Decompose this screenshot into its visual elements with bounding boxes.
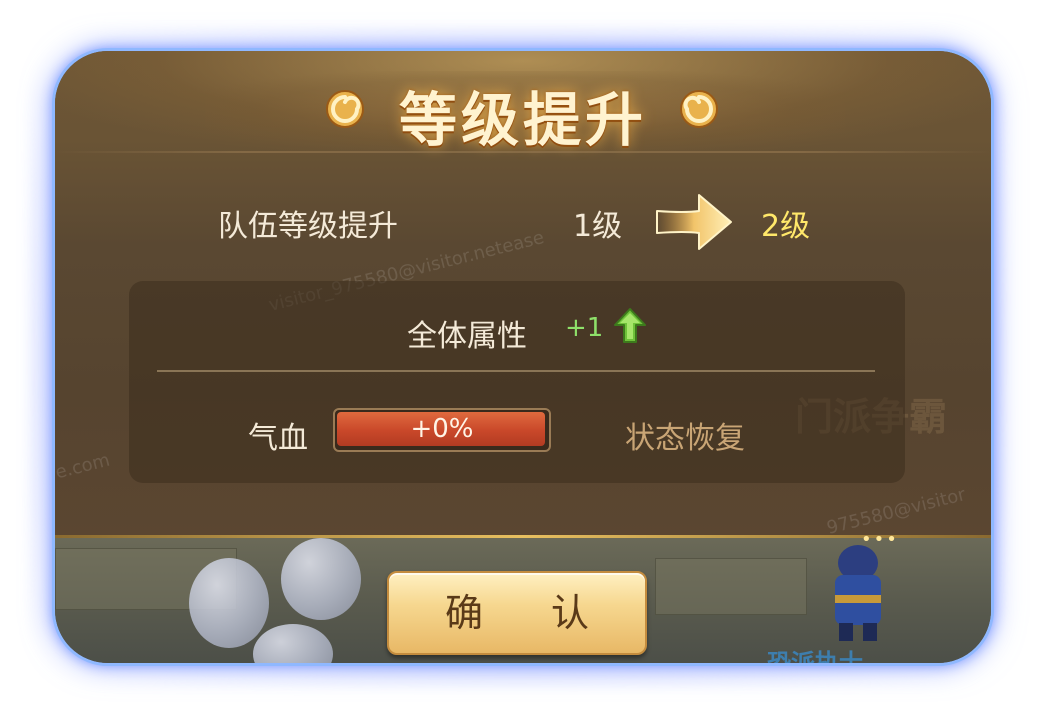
all-attributes-label: 全体属性: [407, 319, 527, 354]
dialog-panel: visitor_975580@visitor.netease e.com 门派争…: [55, 51, 991, 537]
dialog-title: 等级提升: [398, 86, 647, 154]
attribute-divider: [157, 370, 875, 372]
floor-tile: [655, 558, 807, 615]
level-to: 2级: [761, 209, 811, 244]
scene-label: 恐派执士: [767, 649, 863, 666]
hp-label: 气血: [248, 421, 308, 456]
confirm-button-label: 确 认: [444, 591, 618, 635]
level-up-dialog: visitor_975580@visitor.netease e.com 门派争…: [52, 48, 994, 666]
title-divider: [55, 151, 991, 153]
status-recover-label: 状态恢复: [625, 421, 745, 456]
confirm-button[interactable]: 确 认: [387, 571, 647, 655]
balloon: [189, 558, 269, 648]
balloon: [281, 538, 361, 620]
cloud-swirl-right-icon: [680, 90, 718, 128]
level-from: 1级: [573, 209, 623, 244]
balloon: [253, 624, 333, 663]
watermark: e.com: [53, 449, 112, 484]
game-character: [835, 545, 881, 641]
right-arrow-icon: [656, 194, 732, 250]
up-arrow-icon: [614, 308, 646, 343]
all-attributes-value: +1: [565, 313, 604, 343]
team-level-label: 队伍等级提升: [218, 209, 398, 244]
hp-bar: +0%: [333, 408, 551, 452]
hp-bar-text: +0%: [410, 414, 474, 444]
